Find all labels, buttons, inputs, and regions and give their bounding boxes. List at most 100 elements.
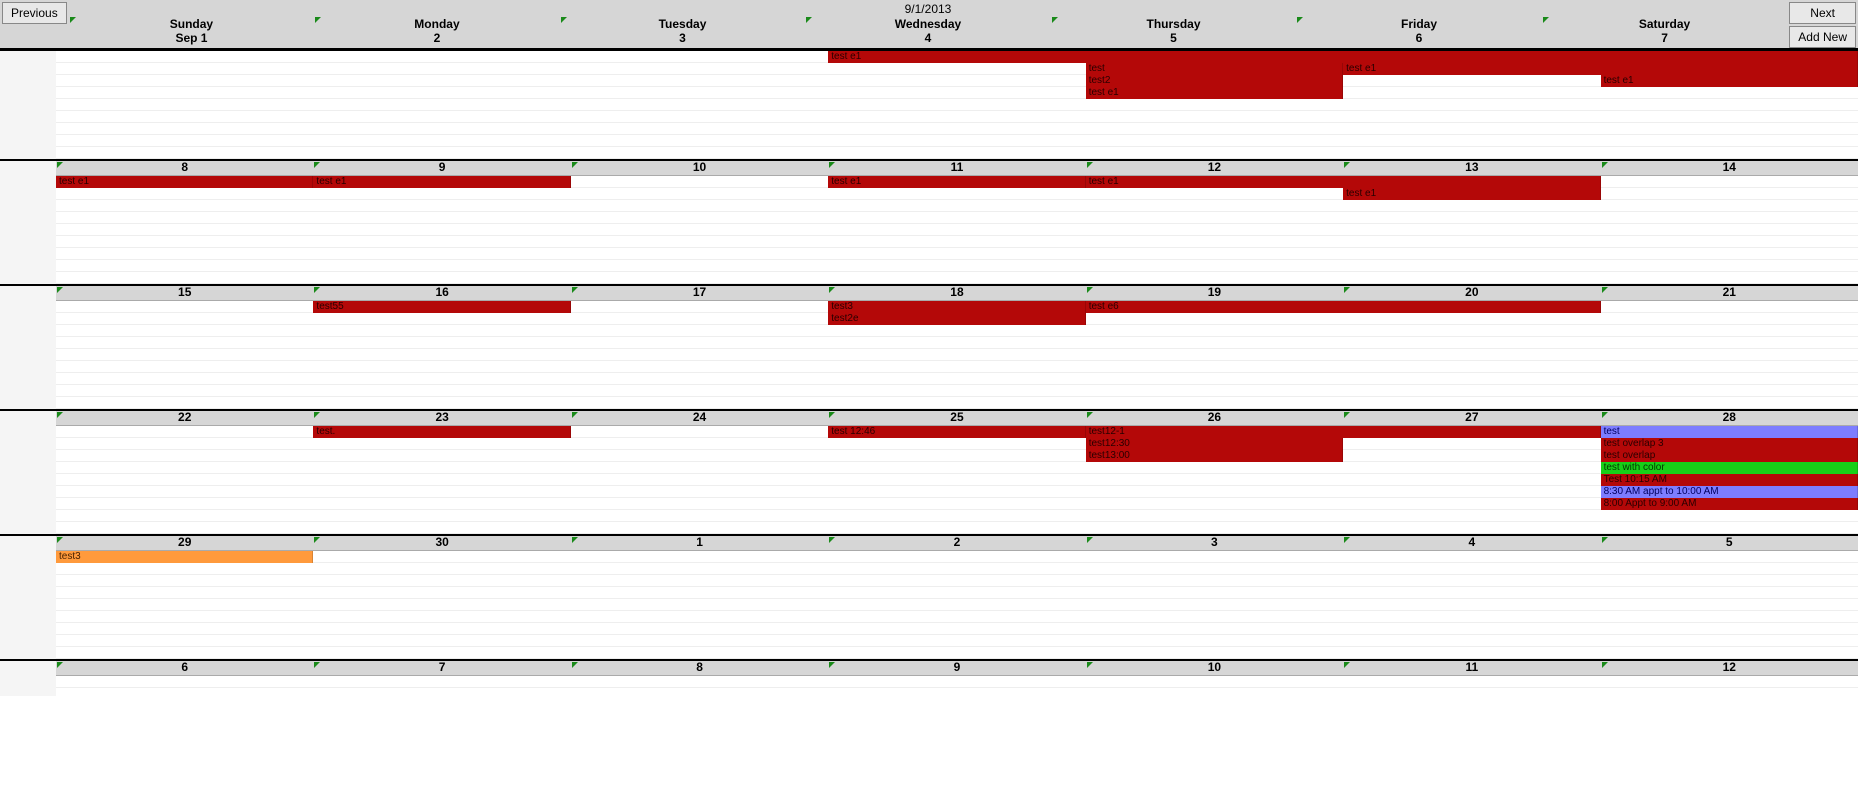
- day-header[interactable]: Saturday7: [1542, 16, 1788, 45]
- date-cell[interactable]: 26: [1086, 411, 1343, 425]
- calendar-event[interactable]: test: [1086, 63, 1343, 75]
- date-cell[interactable]: 8: [56, 161, 313, 175]
- date-cell[interactable]: 11: [828, 161, 1085, 175]
- calendar-event[interactable]: test e1: [828, 176, 1085, 188]
- day-header[interactable]: Friday6: [1296, 16, 1542, 45]
- date-cell[interactable]: 21: [1601, 286, 1858, 300]
- date-cell[interactable]: 10: [1086, 661, 1343, 675]
- calendar-event[interactable]: test3: [56, 551, 313, 563]
- date-cell[interactable]: 8: [571, 661, 828, 675]
- date-cell[interactable]: 25: [828, 411, 1085, 425]
- date-cell[interactable]: 4: [1343, 536, 1600, 550]
- date-number: 12: [1723, 660, 1736, 674]
- date-cell[interactable]: 19: [1086, 286, 1343, 300]
- calendar-event[interactable]: test e1: [313, 176, 570, 188]
- previous-button[interactable]: Previous: [2, 2, 67, 24]
- header-bar: Previous 9/1/2013 SundaySep 1Monday2Tues…: [0, 0, 1858, 49]
- calendar-event[interactable]: test3: [828, 301, 1085, 313]
- date-cell[interactable]: 6: [56, 661, 313, 675]
- event-area: test e1testtest2test e1test e1test e1: [56, 51, 1858, 159]
- calendar-event[interactable]: test e1: [1086, 176, 1601, 188]
- date-cell[interactable]: 10: [571, 161, 828, 175]
- date-cell[interactable]: 28: [1601, 411, 1858, 425]
- calendar-event[interactable]: test e1: [1343, 63, 1858, 75]
- day-header-row: SundaySep 1Monday2Tuesday3Wednesday4Thur…: [69, 16, 1788, 45]
- cell-corner-icon: [1344, 412, 1350, 418]
- date-cell[interactable]: 20: [1343, 286, 1600, 300]
- cell-corner-icon: [70, 17, 76, 23]
- calendar-event[interactable]: Test 10:15 AM: [1601, 474, 1858, 486]
- calendar-event[interactable]: test overlap 3: [1601, 438, 1858, 450]
- cell-corner-icon: [561, 17, 567, 23]
- date-cell[interactable]: 7: [313, 661, 570, 675]
- calendar-event[interactable]: test e1: [56, 176, 313, 188]
- calendar-event[interactable]: test12:30: [1086, 438, 1343, 450]
- date-cell[interactable]: 23: [313, 411, 570, 425]
- week-days: 15 1617 18 192021 test55 test3test2etest e6: [56, 286, 1858, 409]
- date-number: 9: [954, 660, 961, 674]
- calendar-event[interactable]: test: [1601, 426, 1858, 438]
- day-name: Saturday: [1542, 17, 1788, 31]
- date-number: 15: [178, 285, 191, 299]
- cell-corner-icon: [1602, 537, 1608, 543]
- calendar-event[interactable]: test2e: [828, 313, 1085, 325]
- day-header[interactable]: Wednesday4: [805, 16, 1051, 45]
- current-date-label: 9/1/2013: [69, 0, 1788, 16]
- date-cell[interactable]: 29: [56, 536, 313, 550]
- calendar-event[interactable]: test e1: [1086, 87, 1343, 99]
- date-cell[interactable]: 3: [1086, 536, 1343, 550]
- date-cell[interactable]: 2: [828, 536, 1085, 550]
- date-cell[interactable]: 18: [828, 286, 1085, 300]
- cell-corner-icon: [829, 412, 835, 418]
- add-new-button[interactable]: Add New: [1789, 26, 1856, 48]
- calendar-event[interactable]: test e1: [1343, 188, 1600, 200]
- cell-corner-icon: [57, 287, 63, 293]
- date-cell[interactable]: 24: [571, 411, 828, 425]
- day-header[interactable]: Thursday5: [1051, 16, 1297, 45]
- date-cell[interactable]: 12: [1601, 661, 1858, 675]
- date-cell[interactable]: 22: [56, 411, 313, 425]
- week-days: 891011121314test e1test e1test e1test e1…: [56, 161, 1858, 284]
- date-cell[interactable]: 30: [313, 536, 570, 550]
- calendar-event[interactable]: test e6: [1086, 301, 1601, 313]
- day-header[interactable]: Tuesday3: [560, 16, 806, 45]
- date-cell[interactable]: 14: [1601, 161, 1858, 175]
- date-cell[interactable]: 5: [1601, 536, 1858, 550]
- date-cell[interactable]: 27: [1343, 411, 1600, 425]
- date-number: 18: [950, 285, 963, 299]
- date-cell[interactable]: 13: [1343, 161, 1600, 175]
- date-number: 26: [1208, 410, 1221, 424]
- date-number: 9: [439, 160, 446, 174]
- calendar-event[interactable]: test 12:46: [828, 426, 1085, 438]
- cell-corner-icon: [1087, 162, 1093, 168]
- date-cell[interactable]: 16: [313, 286, 570, 300]
- calendar-event[interactable]: test13:00: [1086, 450, 1343, 462]
- date-cell[interactable]: 9: [828, 661, 1085, 675]
- calendar-event[interactable]: test12-1: [1086, 426, 1601, 438]
- calendar-event[interactable]: test55: [313, 301, 570, 313]
- calendar-event[interactable]: test e1: [1601, 75, 1858, 87]
- calendar-event[interactable]: test with color: [1601, 462, 1858, 474]
- calendar-event[interactable]: test overlap: [1601, 450, 1858, 462]
- date-cell[interactable]: 9: [313, 161, 570, 175]
- event-area: test. test 12:46test12-1test12:30test13:0…: [56, 426, 1858, 534]
- calendar-event[interactable]: 8:30 AM appt to 10:00 AM: [1601, 486, 1858, 498]
- cell-corner-icon: [1602, 662, 1608, 668]
- cell-corner-icon: [572, 662, 578, 668]
- date-cell[interactable]: 17: [571, 286, 828, 300]
- day-header[interactable]: SundaySep 1: [69, 16, 315, 45]
- date-cell[interactable]: 1: [571, 536, 828, 550]
- calendar-event[interactable]: 8:00 Appt to 9:00 AM: [1601, 498, 1858, 510]
- calendar-event[interactable]: test e1: [828, 51, 1858, 63]
- date-cell[interactable]: 12: [1086, 161, 1343, 175]
- cell-corner-icon: [1344, 162, 1350, 168]
- cell-corner-icon: [1602, 287, 1608, 293]
- date-cell[interactable]: 11: [1343, 661, 1600, 675]
- calendar-event[interactable]: test2: [1086, 75, 1343, 87]
- calendar-event[interactable]: test.: [313, 426, 570, 438]
- day-header[interactable]: Monday2: [314, 16, 560, 45]
- next-button[interactable]: Next: [1789, 2, 1856, 24]
- date-number: 28: [1723, 410, 1736, 424]
- date-number: 1: [696, 535, 703, 549]
- date-cell[interactable]: 15: [56, 286, 313, 300]
